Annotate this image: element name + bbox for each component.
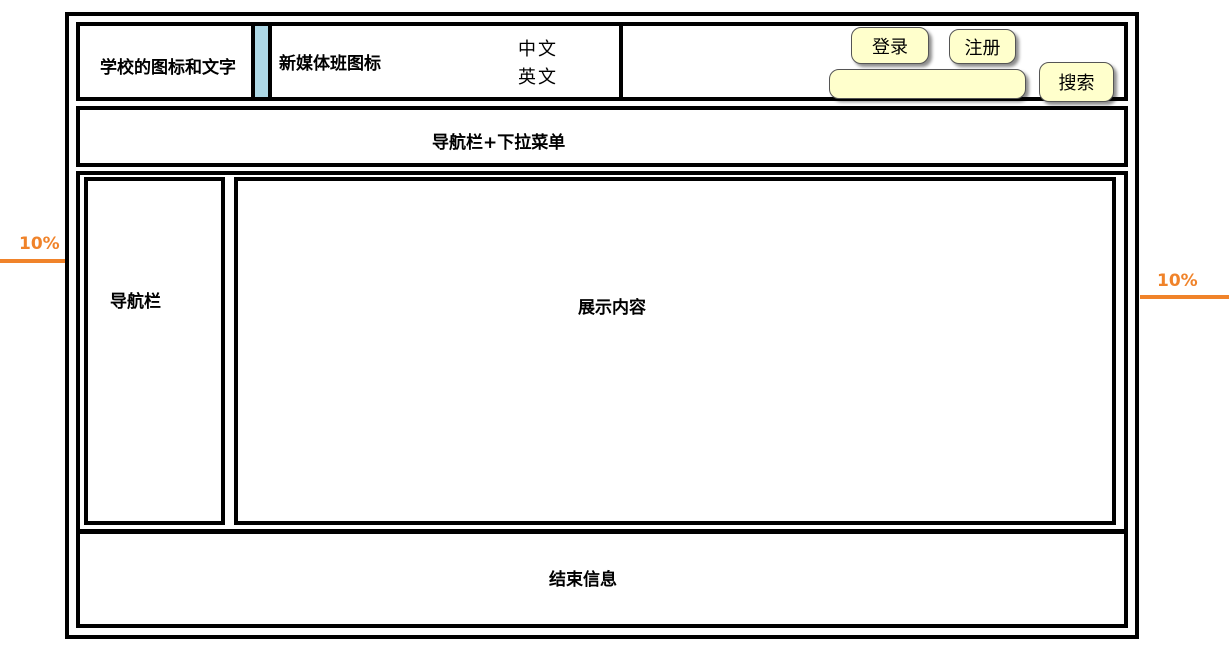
- footer-label: 结束信息: [549, 570, 617, 590]
- school-logo-text: 学校的图标和文字: [100, 58, 236, 78]
- lang-chinese[interactable]: 中文: [518, 35, 558, 61]
- header-divider-2: [268, 22, 272, 101]
- side-nav-label: 导航栏: [110, 292, 161, 312]
- new-media-logo: 新媒体班图标: [279, 54, 381, 74]
- content-label: 展示内容: [578, 298, 646, 318]
- right-margin-line: [1140, 295, 1229, 299]
- header-divider-3: [619, 22, 623, 101]
- nav-bar[interactable]: [76, 106, 1128, 167]
- register-button[interactable]: 注册: [949, 29, 1016, 64]
- side-nav[interactable]: [84, 177, 225, 525]
- left-margin-label: 10%: [19, 234, 60, 254]
- login-button[interactable]: 登录: [851, 27, 929, 64]
- left-margin-line: [0, 259, 65, 263]
- nav-bar-label: 导航栏+下拉菜单: [432, 133, 566, 153]
- content-area: [234, 177, 1116, 525]
- search-button[interactable]: 搜索: [1039, 62, 1114, 102]
- search-input[interactable]: [829, 69, 1026, 99]
- lang-english[interactable]: 英文: [518, 63, 558, 89]
- header-color-strip: [255, 26, 268, 97]
- right-margin-label: 10%: [1157, 271, 1198, 291]
